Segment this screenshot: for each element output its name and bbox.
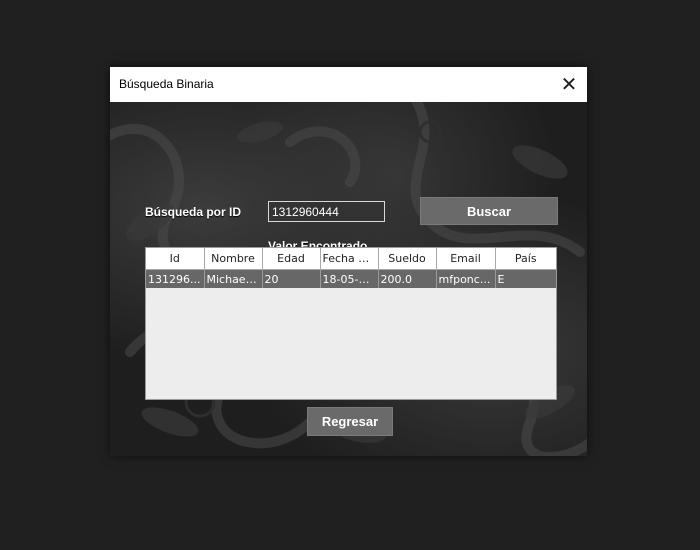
title-bar: Búsqueda Binaria ✕ bbox=[110, 67, 587, 102]
dialog-window: Búsqueda Binaria ✕ Búsqueda por ID 13129… bbox=[110, 67, 587, 456]
search-id-label: Búsqueda por ID bbox=[145, 205, 242, 219]
column-header[interactable]: País bbox=[495, 248, 556, 270]
table-header-row: Id Nombre Edad Fecha d... Sueldo Email P… bbox=[146, 248, 556, 270]
table-cell[interactable]: E bbox=[495, 269, 556, 288]
column-header[interactable]: Edad bbox=[262, 248, 321, 270]
id-search-input[interactable] bbox=[268, 201, 385, 222]
close-button[interactable]: ✕ bbox=[551, 67, 587, 102]
search-button[interactable]: Buscar bbox=[420, 197, 558, 225]
table-cell[interactable]: mfponc... bbox=[436, 269, 496, 288]
column-header[interactable]: Email bbox=[436, 248, 496, 270]
close-icon: ✕ bbox=[560, 74, 578, 96]
table-cell[interactable]: Michael ... bbox=[204, 269, 263, 288]
column-header[interactable]: Fecha d... bbox=[320, 248, 379, 270]
column-header[interactable]: Sueldo bbox=[378, 248, 437, 270]
table-cell[interactable]: 20 bbox=[262, 269, 321, 288]
back-button[interactable]: Regresar bbox=[307, 407, 393, 436]
column-header[interactable]: Nombre bbox=[204, 248, 263, 270]
table-cell[interactable]: 200.0 bbox=[378, 269, 437, 288]
window-title: Búsqueda Binaria bbox=[119, 77, 214, 91]
table-cell[interactable]: 131296... bbox=[146, 269, 205, 288]
table-cell[interactable]: 18-05-1... bbox=[320, 269, 379, 288]
content-panel: Búsqueda por ID Buscar Valor Encontrado … bbox=[110, 102, 587, 456]
column-header[interactable]: Id bbox=[146, 248, 205, 270]
results-table: Id Nombre Edad Fecha d... Sueldo Email P… bbox=[145, 247, 557, 400]
table-row[interactable]: 131296... Michael ... 20 18-05-1... 200.… bbox=[146, 269, 556, 288]
